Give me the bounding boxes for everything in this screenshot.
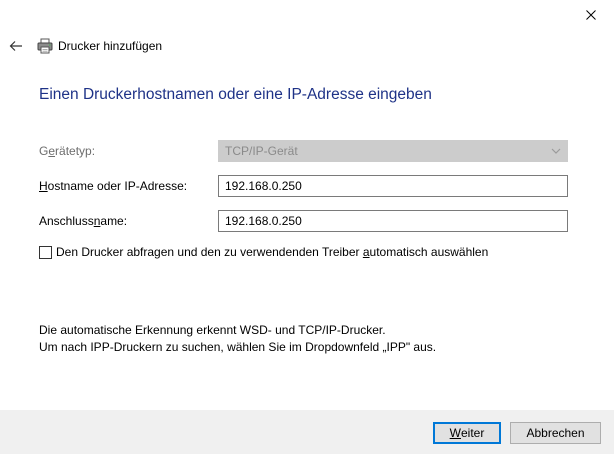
dialog-footer: Weiter Abbrechen	[0, 410, 614, 454]
back-arrow-icon	[9, 41, 22, 51]
device-type-row: Gerätetyp: TCP/IP-Gerät	[39, 140, 569, 162]
page-heading: Einen Druckerhostnamen oder eine IP-Adre…	[39, 86, 432, 103]
close-button[interactable]	[568, 0, 614, 30]
info-line-1: Die automatische Erkennung erkennt WSD- …	[39, 323, 386, 337]
device-type-select[interactable]: TCP/IP-Gerät	[218, 140, 568, 162]
dialog-title: Drucker hinzufügen	[58, 39, 163, 53]
auto-detect-label[interactable]: Den Drucker abfragen und den zu verwende…	[56, 245, 488, 259]
port-name-input[interactable]	[218, 210, 568, 232]
dialog-header: Drucker hinzufügen	[8, 36, 162, 56]
back-button[interactable]	[8, 38, 24, 54]
device-type-value: TCP/IP-Gerät	[225, 144, 298, 158]
chevron-down-icon	[551, 148, 561, 154]
printer-icon	[37, 38, 53, 54]
info-text: Die automatische Erkennung erkennt WSD- …	[39, 322, 436, 356]
device-type-label: Gerätetyp:	[39, 144, 96, 158]
hostname-row: Hostname oder IP-Adresse:	[39, 175, 569, 197]
port-name-label: Anschlussname:	[39, 214, 128, 228]
next-button[interactable]: Weiter	[433, 422, 501, 444]
info-line-2: Um nach IPP-Druckern zu suchen, wählen S…	[39, 340, 437, 354]
hostname-input[interactable]	[218, 175, 568, 197]
close-icon	[586, 10, 596, 20]
hostname-label: Hostname oder IP-Adresse:	[39, 179, 188, 193]
auto-detect-row: Den Drucker abfragen und den zu verwende…	[39, 244, 488, 260]
cancel-button[interactable]: Abbrechen	[510, 422, 601, 444]
port-name-row: Anschlussname:	[39, 210, 569, 232]
add-printer-dialog: Drucker hinzufügen Einen Druckerhostname…	[0, 0, 614, 454]
auto-detect-checkbox[interactable]	[39, 245, 52, 259]
